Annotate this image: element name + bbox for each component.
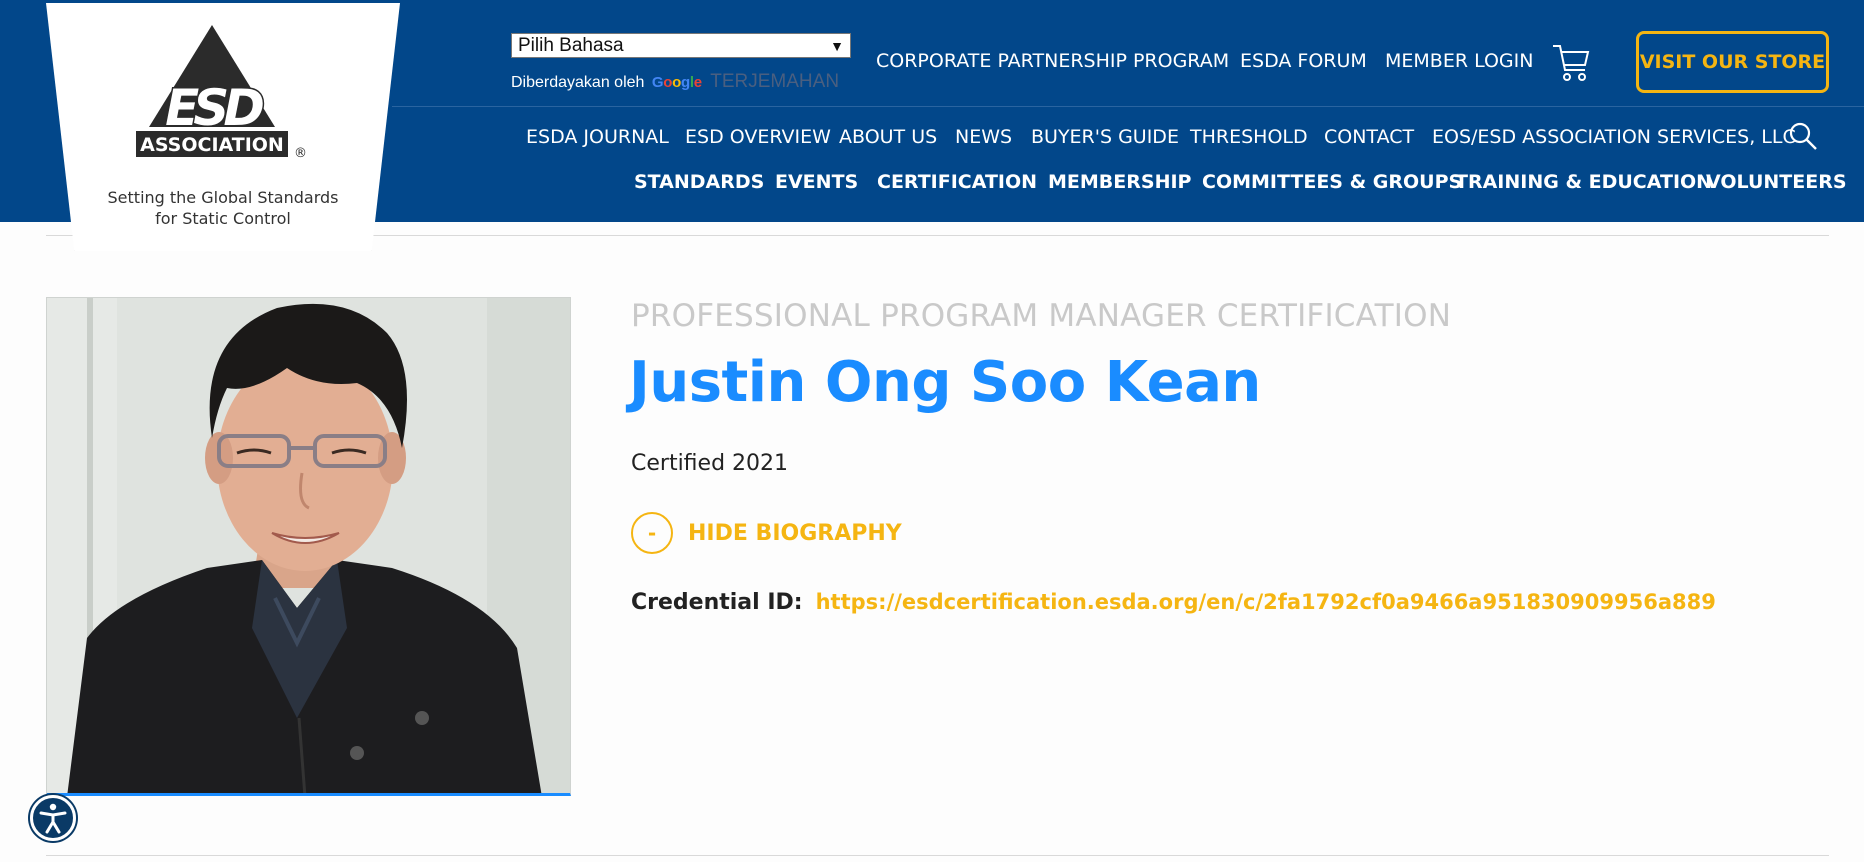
shopping-cart-icon[interactable] bbox=[1551, 42, 1591, 84]
nav-committees-groups[interactable]: COMMITTEES & GROUPS bbox=[1202, 171, 1462, 193]
header-divider bbox=[392, 106, 1864, 107]
hide-biography-button[interactable]: - HIDE BIOGRAPHY bbox=[631, 512, 902, 554]
hide-biography-label[interactable]: HIDE BIOGRAPHY bbox=[688, 521, 902, 546]
svg-text:ASSOCIATION: ASSOCIATION bbox=[140, 134, 284, 156]
nav-membership[interactable]: MEMBERSHIP bbox=[1048, 171, 1191, 193]
credential-link[interactable]: https://esdcertification.esda.org/en/c/2… bbox=[816, 590, 1716, 614]
language-select[interactable]: Pilih Bahasa ▼ bbox=[511, 33, 851, 58]
nav-eos-esd-services[interactable]: EOS/ESD ASSOCIATION SERVICES, LLC bbox=[1432, 126, 1796, 148]
language-select-value: Pilih Bahasa bbox=[518, 34, 624, 56]
esd-association-logo: ESD ASSOCIATION ® bbox=[136, 25, 307, 161]
svg-text:ESD: ESD bbox=[165, 79, 263, 137]
nav-threshold[interactable]: THRESHOLD bbox=[1190, 126, 1308, 148]
certified-year: Certified 2021 bbox=[631, 451, 789, 476]
nav-buyers-guide[interactable]: BUYER'S GUIDE bbox=[1031, 126, 1179, 148]
logo-card[interactable]: ESD ASSOCIATION ® Setting the Global Sta… bbox=[46, 3, 400, 251]
nav-certification[interactable]: CERTIFICATION bbox=[877, 171, 1037, 193]
collapse-icon[interactable]: - bbox=[631, 512, 673, 554]
nav-standards[interactable]: STANDARDS bbox=[634, 171, 764, 193]
search-icon[interactable] bbox=[1788, 121, 1818, 151]
person-name: Justin Ong Soo Kean bbox=[629, 350, 1261, 415]
visit-store-button[interactable]: VISIT OUR STORE bbox=[1636, 31, 1829, 93]
certification-type: PROFESSIONAL PROGRAM MANAGER CERTIFICATI… bbox=[631, 298, 1452, 334]
nav-events[interactable]: EVENTS bbox=[775, 171, 858, 193]
profile-photo bbox=[46, 297, 571, 796]
profile-photo-portrait bbox=[47, 298, 570, 793]
credential-label: Credential ID: bbox=[631, 590, 803, 615]
google-translate-attribution: Diberdayakan oleh Google TERJEMAHAN bbox=[511, 71, 839, 93]
nav-esda-journal[interactable]: ESDA JOURNAL bbox=[526, 126, 669, 148]
nav-volunteers[interactable]: VOLUNTEERS bbox=[1706, 171, 1847, 193]
accessibility-button[interactable] bbox=[30, 795, 76, 841]
logo-tagline: Setting the Global Standards for Static … bbox=[107, 188, 339, 228]
google-logo[interactable]: Google bbox=[652, 74, 702, 91]
svg-text:®: ® bbox=[294, 146, 307, 161]
nav-corporate-partnership[interactable]: CORPORATE PARTNERSHIP PROGRAM bbox=[876, 50, 1229, 72]
nav-member-login[interactable]: MEMBER LOGIN bbox=[1385, 50, 1533, 72]
chevron-down-icon: ▼ bbox=[830, 37, 844, 54]
nav-news[interactable]: NEWS bbox=[955, 126, 1012, 148]
credential-row: Credential ID: https://esdcertification.… bbox=[631, 590, 1716, 615]
powered-by-label: Diberdayakan oleh bbox=[511, 74, 645, 91]
nav-esda-forum[interactable]: ESDA FORUM bbox=[1240, 50, 1367, 72]
accessibility-icon bbox=[39, 803, 67, 834]
nav-training-education[interactable]: TRAINING & EDUCATION bbox=[1455, 171, 1712, 193]
nav-esd-overview[interactable]: ESD OVERVIEW bbox=[685, 126, 831, 148]
content-divider-bottom bbox=[46, 855, 1829, 856]
translate-link[interactable]: TERJEMAHAN bbox=[710, 71, 839, 92]
nav-contact[interactable]: CONTACT bbox=[1324, 126, 1414, 148]
nav-about-us[interactable]: ABOUT US bbox=[839, 126, 937, 148]
